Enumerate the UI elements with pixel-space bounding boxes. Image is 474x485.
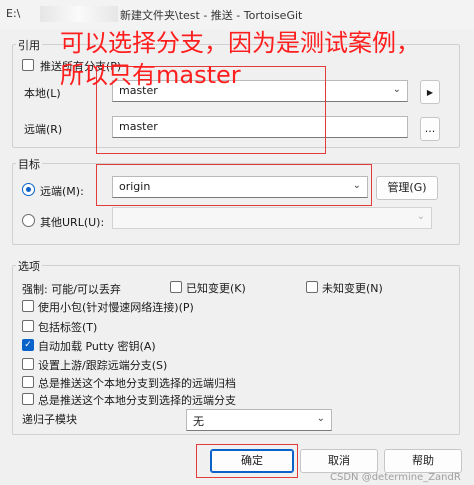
remote-ref-label: 远端(R): [24, 123, 63, 136]
recurse-submodules-label: 递归子模块: [22, 413, 77, 426]
always-push-archive-checkbox[interactable]: [22, 376, 34, 388]
include-tags-label: 包括标签(T): [38, 321, 98, 334]
set-upstream-checkbox[interactable]: [22, 358, 34, 370]
remote-browse-button[interactable]: ...: [420, 117, 440, 141]
annotation-box-remote: [96, 164, 372, 206]
force-label: 强制: 可能/可以丢弃: [22, 283, 121, 296]
annotation-line-1: 可以选择分支，因为是测试案例，: [60, 29, 420, 57]
always-push-archive-label: 总是推送这个本地分支到选择的远端归档: [38, 377, 236, 390]
set-upstream-label: 设置上游/跟踪远端分支(S): [38, 359, 168, 372]
remote-radio-label: 远端(M):: [40, 185, 84, 198]
local-label: 本地(L): [24, 87, 61, 100]
other-url-label: 其他URL(U):: [40, 216, 105, 229]
recurse-submodules-value: 无: [193, 415, 204, 428]
help-button-label: 帮助: [412, 454, 434, 467]
recurse-submodules-combo[interactable]: 无 ⌄: [186, 409, 332, 431]
watermark: CSDN @determine_ZandR: [330, 472, 461, 483]
options-group-label: 选项: [16, 258, 42, 274]
remote-browse-label: ...: [424, 122, 436, 135]
checkmark-icon: ✓: [24, 340, 32, 350]
thin-pack-label: 使用小包(针对慢速网络连接)(P): [38, 301, 194, 314]
chevron-down-icon: ⌄: [416, 211, 425, 222]
autoload-putty-checkbox[interactable]: ✓: [22, 339, 34, 351]
cancel-button[interactable]: 取消: [300, 449, 378, 473]
known-changes-checkbox[interactable]: [170, 281, 182, 293]
target-group-label: 目标: [16, 156, 42, 172]
window-title-prefix: E:\: [6, 7, 21, 20]
manage-remotes-button[interactable]: 管理(G): [376, 176, 438, 200]
include-tags-checkbox[interactable]: [22, 320, 34, 332]
help-button[interactable]: 帮助: [384, 449, 462, 473]
unknown-changes-label: 未知变更(N): [322, 282, 383, 295]
annotation-box-ok: [196, 444, 298, 478]
thin-pack-checkbox[interactable]: [22, 300, 34, 312]
other-url-radio[interactable]: [22, 214, 35, 227]
title-redaction: [40, 6, 118, 22]
chevron-down-icon: ⌄: [316, 413, 325, 424]
annotation-line-2: 所以只有master: [60, 61, 241, 89]
chevron-down-icon: ⌄: [392, 84, 401, 95]
autoload-putty-label: 自动加载 Putty 密钥(A): [38, 340, 156, 353]
push-all-checkbox[interactable]: [22, 59, 34, 71]
refs-group-label: 引用: [16, 37, 42, 53]
window-title: 新建文件夹\test - 推送 - TortoiseGit: [120, 9, 303, 22]
play-icon: ▶: [426, 88, 434, 97]
unknown-changes-checkbox[interactable]: [306, 281, 318, 293]
always-push-branch-checkbox[interactable]: [22, 393, 34, 405]
known-changes-label: 已知变更(K): [186, 282, 246, 295]
local-browse-button[interactable]: ▶: [420, 80, 440, 104]
remote-radio[interactable]: [22, 183, 35, 196]
always-push-branch-label: 总是推送这个本地分支到选择的远端分支: [38, 394, 236, 407]
cancel-button-label: 取消: [328, 454, 350, 467]
manage-remotes-label: 管理(G): [387, 181, 427, 194]
other-url-combo[interactable]: ⌄: [112, 207, 432, 229]
